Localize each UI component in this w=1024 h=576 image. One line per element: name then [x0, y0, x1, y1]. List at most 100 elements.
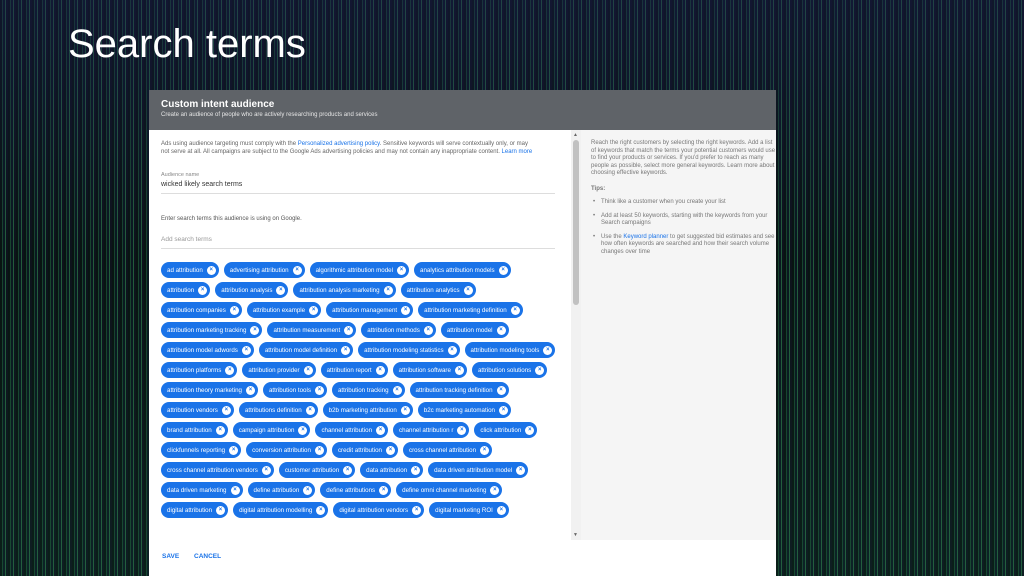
search-term-chip[interactable]: brand attribution × — [161, 422, 228, 438]
search-term-chip[interactable]: attribution software × — [392, 362, 467, 378]
search-term-chip[interactable]: attribution solutions × — [471, 362, 548, 378]
remove-chip-icon[interactable]: × — [385, 445, 395, 455]
search-term-chip[interactable]: digital attribution × — [161, 502, 229, 518]
remove-chip-icon[interactable]: × — [525, 425, 535, 435]
search-term-chip[interactable]: channel attribution r × — [393, 422, 470, 438]
remove-chip-icon[interactable]: × — [292, 265, 302, 275]
remove-chip-icon[interactable]: × — [344, 325, 354, 335]
search-term-chip[interactable]: credit attribution × — [331, 442, 398, 458]
search-terms-input[interactable]: Add search terms — [161, 236, 555, 249]
search-term-chip[interactable]: define attributions × — [320, 482, 392, 498]
search-term-chip[interactable]: advertising attribution × — [223, 262, 305, 278]
search-term-chip[interactable]: attribution example × — [246, 302, 322, 318]
remove-chip-icon[interactable]: × — [375, 365, 385, 375]
remove-chip-icon[interactable]: × — [457, 425, 467, 435]
search-term-chip[interactable]: attribution platforms × — [161, 362, 238, 378]
remove-chip-icon[interactable]: × — [516, 465, 526, 475]
remove-chip-icon[interactable]: × — [401, 305, 411, 315]
remove-chip-icon[interactable]: × — [341, 345, 351, 355]
search-term-chip[interactable]: digital attribution modelling × — [233, 502, 329, 518]
search-term-chip[interactable]: attribution provider × — [242, 362, 316, 378]
remove-chip-icon[interactable]: × — [215, 425, 225, 435]
search-term-chip[interactable]: cross channel attribution × — [402, 442, 493, 458]
search-term-chip[interactable]: attribution theory marketing × — [161, 382, 258, 398]
remove-chip-icon[interactable]: × — [229, 445, 239, 455]
search-term-chip[interactable]: attribution analytics × — [400, 282, 476, 298]
search-term-chip[interactable]: click attribution × — [474, 422, 538, 438]
remove-chip-icon[interactable]: × — [216, 505, 226, 515]
search-term-chip[interactable]: attribution × — [161, 282, 211, 298]
scroll-down-icon[interactable]: ▼ — [573, 532, 578, 538]
remove-chip-icon[interactable]: × — [276, 285, 286, 295]
remove-chip-icon[interactable]: × — [454, 365, 464, 375]
keyword-planner-link[interactable]: Keyword planner — [623, 234, 668, 240]
remove-chip-icon[interactable]: × — [400, 405, 410, 415]
audience-name-input[interactable]: wicked likely search terms — [161, 178, 555, 194]
search-term-chip[interactable]: attribution tracking × — [331, 382, 405, 398]
remove-chip-icon[interactable]: × — [480, 445, 490, 455]
remove-chip-icon[interactable]: × — [206, 265, 216, 275]
remove-chip-icon[interactable]: × — [510, 305, 520, 315]
remove-chip-icon[interactable]: × — [383, 285, 393, 295]
save-button[interactable]: SAVE — [162, 553, 179, 560]
search-term-chip[interactable]: attributions definition × — [238, 402, 318, 418]
search-term-chip[interactable]: attribution methods × — [361, 322, 436, 338]
remove-chip-icon[interactable]: × — [245, 385, 255, 395]
search-term-chip[interactable]: attribution modeling statistics × — [358, 342, 460, 358]
search-term-chip[interactable]: attribution modeling tools × — [464, 342, 556, 358]
remove-chip-icon[interactable]: × — [397, 265, 406, 275]
search-term-chip[interactable]: b2c marketing automation × — [417, 402, 511, 418]
search-term-chip[interactable]: data attribution × — [360, 462, 424, 478]
remove-chip-icon[interactable]: × — [498, 405, 508, 415]
remove-chip-icon[interactable]: × — [229, 305, 239, 315]
search-term-chip[interactable]: clickfunnels reporting × — [161, 442, 242, 458]
search-term-chip[interactable]: digital marketing ROI × — [429, 502, 509, 518]
search-term-chip[interactable]: attribution measurement × — [267, 322, 357, 338]
search-term-chip[interactable]: attribution model × — [440, 322, 509, 338]
remove-chip-icon[interactable]: × — [198, 285, 208, 295]
remove-chip-icon[interactable]: × — [376, 425, 386, 435]
remove-chip-icon[interactable]: × — [423, 325, 433, 335]
search-term-chip[interactable]: channel attribution × — [315, 422, 389, 438]
remove-chip-icon[interactable]: × — [447, 345, 457, 355]
search-term-chip[interactable]: attribution analysis marketing × — [293, 282, 396, 298]
remove-chip-icon[interactable]: × — [316, 505, 326, 515]
learn-more-link[interactable]: Learn more — [502, 149, 533, 155]
remove-chip-icon[interactable]: × — [314, 445, 324, 455]
search-term-chip[interactable]: customer attribution × — [278, 462, 356, 478]
search-term-chip[interactable]: attribution analysis × — [215, 282, 289, 298]
remove-chip-icon[interactable]: × — [463, 285, 473, 295]
remove-chip-icon[interactable]: × — [496, 325, 506, 335]
remove-chip-icon[interactable]: × — [303, 365, 313, 375]
remove-chip-icon[interactable]: × — [411, 465, 421, 475]
remove-chip-icon[interactable]: × — [496, 385, 506, 395]
remove-chip-icon[interactable]: × — [305, 405, 315, 415]
policy-link[interactable]: Personalized advertising policy — [298, 141, 380, 147]
search-term-chip[interactable]: define omni channel marketing × — [396, 482, 503, 498]
search-term-chip[interactable]: attribution management × — [326, 302, 414, 318]
cancel-button[interactable]: CANCEL — [194, 553, 221, 560]
remove-chip-icon[interactable]: × — [343, 465, 353, 475]
search-term-chip[interactable]: digital attribution vendors × — [333, 502, 425, 518]
remove-chip-icon[interactable]: × — [230, 485, 240, 495]
search-term-chip[interactable]: attribution model adwords × — [161, 342, 254, 358]
search-term-chip[interactable]: attribution marketing tracking × — [161, 322, 263, 338]
remove-chip-icon[interactable]: × — [543, 345, 553, 355]
remove-chip-icon[interactable]: × — [221, 405, 231, 415]
search-term-chip[interactable]: algorithmic attribution model × — [309, 262, 409, 278]
remove-chip-icon[interactable]: × — [303, 485, 313, 495]
remove-chip-icon[interactable]: × — [225, 365, 235, 375]
search-term-chip[interactable]: attribution marketing definition × — [418, 302, 523, 318]
remove-chip-icon[interactable]: × — [241, 345, 251, 355]
remove-chip-icon[interactable]: × — [498, 265, 508, 275]
remove-chip-icon[interactable]: × — [314, 385, 324, 395]
form-scrollbar[interactable]: ▲ ▼ — [571, 130, 581, 540]
remove-chip-icon[interactable]: × — [392, 385, 402, 395]
search-term-chip[interactable]: analytics attribution models × — [414, 262, 511, 278]
search-term-chip[interactable]: attribution vendors × — [161, 402, 234, 418]
remove-chip-icon[interactable]: × — [535, 365, 545, 375]
remove-chip-icon[interactable]: × — [496, 505, 506, 515]
search-term-chip[interactable]: attribution tracking definition × — [409, 382, 509, 398]
search-term-chip[interactable]: b2b marketing attribution × — [322, 402, 413, 418]
search-term-chip[interactable]: attribution report × — [320, 362, 388, 378]
